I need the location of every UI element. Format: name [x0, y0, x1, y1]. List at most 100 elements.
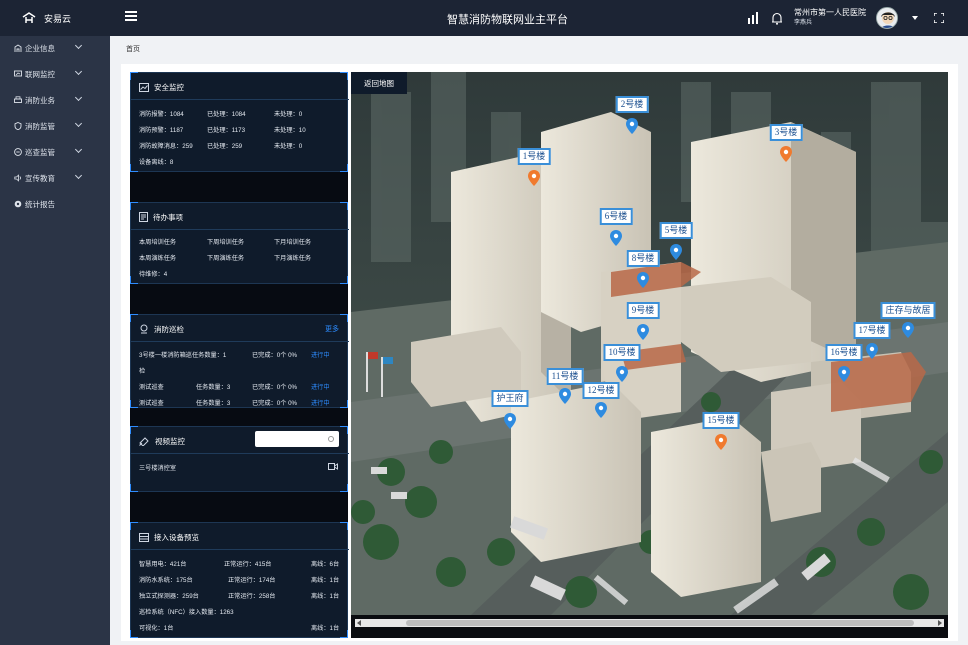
pending-repair[interactable]: 待维修：4 [139, 269, 167, 278]
location-pin-icon [528, 170, 540, 186]
patrol-task-done: 已完成：0个 0% [252, 400, 298, 407]
fullscreen-icon[interactable] [932, 11, 946, 25]
patrol-task-status[interactable]: 进行中 [311, 398, 330, 407]
menu-toggle-button[interactable] [125, 11, 137, 21]
this-week-training[interactable]: 本周培训任务 [139, 237, 176, 246]
chevron-down-icon [74, 119, 83, 128]
warning-unhandled: 未处理：10 [274, 127, 306, 134]
map-marker-building-9[interactable]: 9号楼 [623, 302, 663, 340]
fault-unhandled: 未处理：0 [274, 143, 303, 150]
shield-icon [14, 122, 22, 130]
fault-handled: 已处理：259 [207, 143, 243, 150]
map-marker-building-12[interactable]: 12号楼 [579, 382, 623, 420]
warning-handled: 已处理：1173 [207, 127, 246, 134]
sidebar-item-label: 消防监管 [25, 121, 55, 131]
marker-label: 15号楼 [702, 412, 740, 429]
sidebar-item-fire-business[interactable]: 消防业务 [0, 90, 110, 110]
avatar[interactable] [876, 7, 898, 29]
patrol-task-done: 已完成：0个 0% [252, 384, 298, 391]
marker-label: 庄存与故居 [880, 302, 936, 319]
chevron-down-icon [74, 93, 83, 102]
device-normal: 正常运行：415台 [224, 561, 272, 568]
patrol-card: 消防巡检 更多 3号楼一楼消防箱巡任务数量：1 已完成：0个 0% 进行中 检 … [130, 314, 349, 408]
breadcrumb[interactable]: 首页 [126, 44, 140, 54]
scroll-left-icon[interactable] [357, 620, 361, 626]
marker-label: 16号楼 [825, 344, 863, 361]
map-marker-building-2[interactable]: 2号楼 [612, 96, 652, 134]
alarm-handled: 已处理：1084 [207, 111, 246, 118]
device-normal: 正常运行：258台 [228, 593, 276, 600]
patrol-task-status[interactable]: 进行中 [311, 350, 330, 359]
scrollbar-thumb[interactable] [406, 620, 914, 626]
map-marker-building-8[interactable]: 8号楼 [623, 250, 663, 288]
chevron-down-icon [74, 145, 83, 154]
patrol-task-name: 3号楼一楼消防箱巡任务数量：1 [139, 352, 227, 359]
logo: 安易云 [0, 0, 110, 36]
next-month-drill[interactable]: 下月演练任务 [274, 253, 311, 262]
sidebar-item-company-info[interactable]: 企业信息 [0, 38, 110, 58]
alarm-unhandled: 未处理：0 [274, 111, 303, 118]
sidebar-item-fire-supervision[interactable]: 消防监管 [0, 116, 110, 136]
card-title: 消防巡检 [154, 324, 184, 334]
patrol-task-name: 测试巡查 [139, 384, 164, 391]
location-pin-icon [637, 324, 649, 340]
back-to-map-button[interactable]: 返回地图 [351, 72, 407, 94]
next-week-drill[interactable]: 下周演练任务 [207, 253, 244, 262]
avatar-dropdown-icon[interactable] [908, 11, 922, 25]
video-search-input[interactable] [255, 431, 339, 447]
todo-icon [139, 212, 148, 222]
map-marker-building-1[interactable]: 1号楼 [514, 148, 554, 186]
hamburger-icon [125, 11, 137, 13]
patrol-task-count: 任务数量：3 [196, 400, 231, 407]
marker-label: 11号楼 [546, 368, 584, 385]
left-panel: 安全监控 消防报警：1084 已处理：1084 未处理：0 消防预警：1187 … [130, 72, 349, 638]
device-normal: 正常运行：174台 [228, 577, 276, 584]
location-pin-icon [504, 413, 516, 429]
building-icon [14, 44, 22, 52]
sidebar-item-publicity-education[interactable]: 宣传教育 [0, 168, 110, 188]
marker-label: 2号楼 [615, 96, 649, 113]
sidebar-item-patrol-supervision[interactable]: 巡查监管 [0, 142, 110, 162]
warning-count: 消防预警：1187 [139, 127, 184, 134]
user-name: 李燕兵 [794, 20, 813, 26]
app-title: 智慧消防物联网业主平台 [447, 14, 568, 26]
bell-icon[interactable] [770, 11, 784, 25]
campus-3d-map[interactable]: 返回地图 2号楼 3号楼 1号楼 6号楼 5号楼 8号楼 9号楼 庄存与故居 1… [351, 72, 948, 615]
this-week-drill[interactable]: 本周演练任务 [139, 253, 176, 262]
location-pin-icon [715, 434, 727, 450]
location-pin-icon [559, 388, 571, 404]
location-pin-icon [616, 366, 628, 382]
marker-label: 3号楼 [769, 124, 803, 141]
sidebar-item-statistics-report[interactable]: 统计报告 [0, 194, 110, 214]
map-marker-building-3[interactable]: 3号楼 [766, 124, 806, 162]
next-week-training[interactable]: 下周培训任务 [207, 237, 244, 246]
marker-label: 9号楼 [626, 302, 660, 319]
video-item-name[interactable]: 三号楼消控室 [139, 463, 176, 472]
more-link[interactable]: 更多 [325, 324, 339, 334]
patrol-icon [140, 324, 148, 334]
sidebar-item-network-monitor[interactable]: 联网监控 [0, 64, 110, 84]
next-month-training[interactable]: 下月培训任务 [274, 237, 311, 246]
device-offline: 离线：1台 [311, 593, 340, 600]
location-pin-icon [670, 244, 682, 260]
user-info[interactable]: 常州市第一人民医院 李燕兵 [794, 7, 866, 29]
sidebar-item-label: 巡查监管 [25, 147, 55, 157]
map-marker-huwangfu[interactable]: 护王府 [488, 390, 532, 430]
map-footer [351, 615, 948, 638]
stats-icon[interactable] [746, 11, 760, 25]
map-marker-building-10[interactable]: 10号楼 [600, 344, 644, 382]
map-horizontal-scrollbar[interactable] [355, 619, 944, 627]
chevron-down-icon [74, 67, 83, 76]
map-marker-building-16[interactable]: 16号楼 [822, 344, 866, 382]
scroll-right-icon[interactable] [938, 620, 942, 626]
monitor-icon [14, 70, 22, 77]
gear-icon [14, 200, 22, 208]
device-offline: 离线：1台 [311, 577, 340, 584]
search-icon[interactable] [328, 436, 334, 442]
location-pin-icon [610, 230, 622, 246]
map-marker-building-15[interactable]: 15号楼 [699, 412, 743, 452]
video-camera-icon[interactable] [328, 463, 338, 470]
marker-label: 10号楼 [603, 344, 641, 361]
patrol-task-status[interactable]: 进行中 [311, 382, 330, 391]
map-marker-building-6[interactable]: 6号楼 [596, 208, 636, 246]
